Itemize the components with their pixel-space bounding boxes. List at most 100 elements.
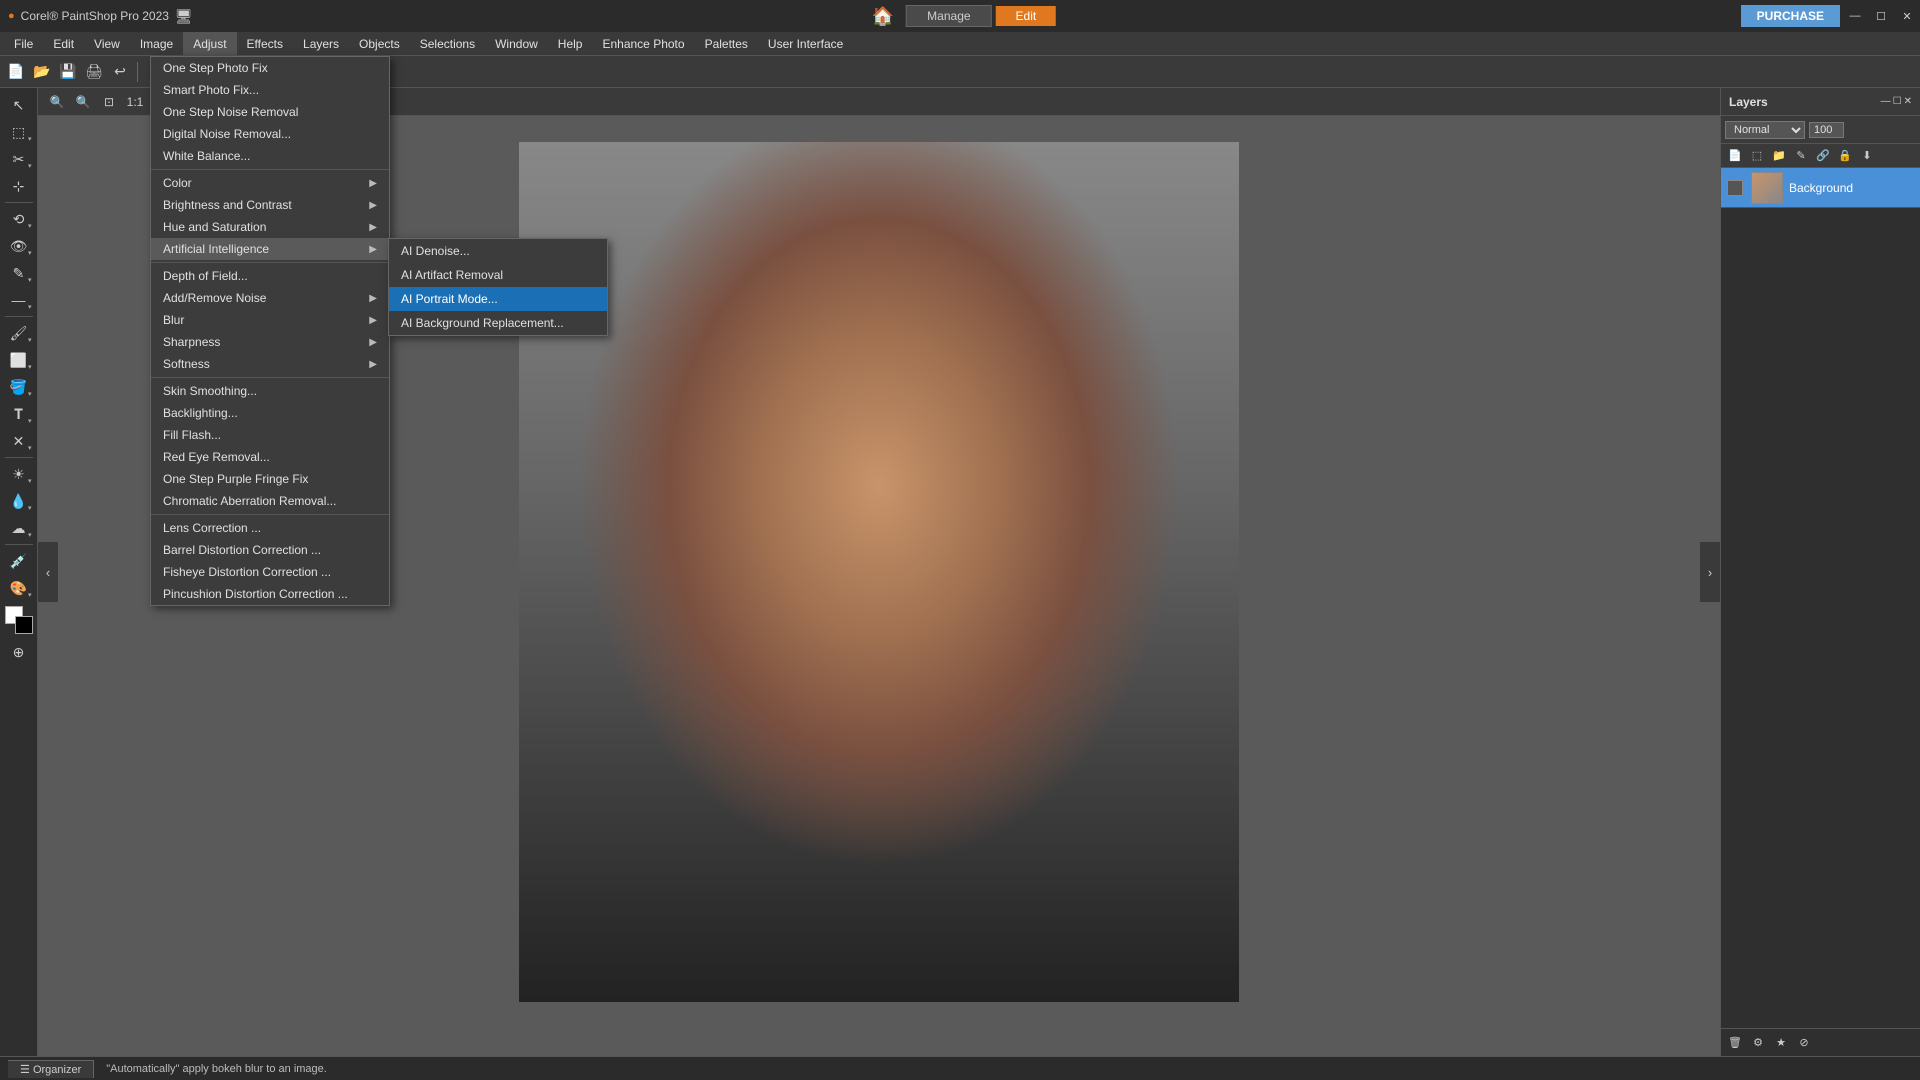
copy-layer-btn[interactable]: ⬚	[1747, 147, 1767, 165]
canvas-zoom-out[interactable]: 🔍	[46, 92, 68, 112]
blend-mode-select[interactable]: Normal	[1725, 121, 1805, 139]
menu-enhance-photo[interactable]: Enhance Photo	[592, 32, 694, 56]
open-button[interactable]: 📂	[30, 60, 54, 84]
link-layers-btn[interactable]: 🔗	[1813, 147, 1833, 165]
edit-layer-btn[interactable]: ✎	[1791, 147, 1811, 165]
menu-one-step-photo-fix[interactable]: One Step Photo Fix	[151, 57, 389, 79]
ai-artifact-removal-item[interactable]: AI Artifact Removal	[389, 263, 607, 287]
menu-adjust[interactable]: Adjust	[183, 32, 236, 56]
menu-add-remove-noise[interactable]: Add/Remove Noise ▶	[151, 287, 389, 309]
menu-help[interactable]: Help	[548, 32, 593, 56]
draw-tool[interactable]: ✕▾	[4, 428, 34, 454]
menu-palettes[interactable]: Palettes	[695, 32, 758, 56]
delete-layer-btn[interactable]: 🗑	[1725, 1034, 1745, 1052]
canvas-100pct[interactable]: 1:1	[124, 92, 146, 112]
smudge-tool[interactable]: ☁▾	[4, 515, 34, 541]
color-swatches[interactable]	[5, 606, 33, 634]
dodge-tool[interactable]: ☀▾	[4, 461, 34, 487]
save-button[interactable]: 💾	[56, 60, 80, 84]
edit-button[interactable]: Edit	[996, 6, 1057, 26]
menu-layers[interactable]: Layers	[293, 32, 349, 56]
paint-brush[interactable]: 🖌▾	[4, 320, 34, 346]
menu-depth-of-field[interactable]: Depth of Field...	[151, 265, 389, 287]
menu-fisheye-distortion[interactable]: Fisheye Distortion Correction ...	[151, 561, 389, 583]
ai-background-replacement-item[interactable]: AI Background Replacement...	[389, 311, 607, 335]
layer-mask-btn[interactable]: ⊘	[1794, 1034, 1814, 1052]
menu-view[interactable]: View	[84, 32, 130, 56]
eyedropper-tool[interactable]: 💉	[4, 548, 34, 574]
new-button[interactable]: 📄	[4, 60, 28, 84]
undo-button[interactable]: ↩	[108, 60, 132, 84]
scratch-remover[interactable]: —▾	[4, 287, 34, 313]
menu-one-step-noise-removal[interactable]: One Step Noise Removal	[151, 101, 389, 123]
opacity-input[interactable]	[1809, 122, 1844, 138]
menu-red-eye-removal[interactable]: Red Eye Removal...	[151, 446, 389, 468]
red-eye-tool[interactable]: 👁▾	[4, 233, 34, 259]
canvas-nav-left[interactable]: ‹	[38, 542, 58, 602]
layers-close[interactable]: ✕	[1904, 96, 1912, 107]
menu-user-interface[interactable]: User Interface	[758, 32, 853, 56]
menu-softness[interactable]: Softness ▶	[151, 353, 389, 375]
canvas-nav-right[interactable]: ›	[1700, 542, 1720, 602]
purchase-button[interactable]: PURCHASE	[1741, 5, 1840, 27]
group-layer-btn[interactable]: 📁	[1769, 147, 1789, 165]
blur-tool[interactable]: 💧▾	[4, 488, 34, 514]
menu-lens-correction[interactable]: Lens Correction ...	[151, 517, 389, 539]
menu-selections[interactable]: Selections	[410, 32, 485, 56]
minimize-button[interactable]: —	[1842, 0, 1868, 32]
layer-item-background[interactable]: Background	[1721, 168, 1920, 208]
home-button[interactable]: 🏠	[864, 6, 902, 27]
merge-layer-btn[interactable]: ⬇	[1857, 147, 1877, 165]
menu-sharpness[interactable]: Sharpness ▶	[151, 331, 389, 353]
menu-skin-smoothing[interactable]: Skin Smoothing...	[151, 380, 389, 402]
new-layer-btn[interactable]: 📄	[1725, 147, 1745, 165]
layer-settings-btn[interactable]: ⚙	[1748, 1034, 1768, 1052]
fill-tool[interactable]: 🪣▾	[4, 374, 34, 400]
canvas-fit[interactable]: ⊡	[98, 92, 120, 112]
layer-visibility-toggle[interactable]	[1727, 180, 1743, 196]
menu-one-step-purple-fringe[interactable]: One Step Purple Fringe Fix	[151, 468, 389, 490]
menu-artificial-intelligence[interactable]: Artificial Intelligence ▶	[151, 238, 389, 260]
move-tool[interactable]: ⊹	[4, 173, 34, 199]
maximize-button[interactable]: ☐	[1868, 0, 1894, 32]
select-tool[interactable]: ↖	[4, 92, 34, 118]
layer-effects-btn[interactable]: ★	[1771, 1034, 1791, 1052]
menu-barrel-distortion[interactable]: Barrel Distortion Correction ...	[151, 539, 389, 561]
text-tool[interactable]: 𝐓▾	[4, 401, 34, 427]
organizer-tab[interactable]: ☰ Organizer	[8, 1060, 94, 1078]
erase-tool[interactable]: ⬜▾	[4, 347, 34, 373]
menu-backlighting[interactable]: Backlighting...	[151, 402, 389, 424]
layers-maximize[interactable]: ☐	[1893, 96, 1902, 107]
menu-effects[interactable]: Effects	[237, 32, 293, 56]
ai-portrait-mode-item[interactable]: AI Portrait Mode...	[389, 287, 607, 311]
pan-tool[interactable]: ⊕	[4, 639, 34, 665]
menu-file[interactable]: File	[4, 32, 43, 56]
manage-button[interactable]: Manage	[906, 5, 991, 27]
menu-blur[interactable]: Blur ▶	[151, 309, 389, 331]
menu-white-balance[interactable]: White Balance...	[151, 145, 389, 167]
menu-chromatic-aberration[interactable]: Chromatic Aberration Removal...	[151, 490, 389, 512]
menu-brightness-contrast[interactable]: Brightness and Contrast ▶	[151, 194, 389, 216]
clone-brush[interactable]: ✎▾	[4, 260, 34, 286]
menu-smart-photo-fix[interactable]: Smart Photo Fix...	[151, 79, 389, 101]
crop-tool[interactable]: ✂▾	[4, 146, 34, 172]
foreground-color-swatch[interactable]	[15, 616, 33, 634]
layers-minimize[interactable]: —	[1881, 96, 1891, 107]
canvas-zoom-in[interactable]: 🔍	[72, 92, 94, 112]
menu-pincushion-distortion[interactable]: Pincushion Distortion Correction ...	[151, 583, 389, 605]
ai-denoise-item[interactable]: AI Denoise...	[389, 239, 607, 263]
close-button[interactable]: ✕	[1894, 0, 1920, 32]
color-changer-tool[interactable]: 🎨▾	[4, 575, 34, 601]
lock-layer-btn[interactable]: 🔒	[1835, 147, 1855, 165]
menu-objects[interactable]: Objects	[349, 32, 410, 56]
menu-image[interactable]: Image	[130, 32, 183, 56]
menu-color[interactable]: Color ▶	[151, 172, 389, 194]
menu-window[interactable]: Window	[485, 32, 548, 56]
freehand-select-tool[interactable]: ⬚▾	[4, 119, 34, 145]
menu-fill-flash[interactable]: Fill Flash...	[151, 424, 389, 446]
menu-edit[interactable]: Edit	[43, 32, 84, 56]
straighten-tool[interactable]: ⟲▾	[4, 206, 34, 232]
print-button[interactable]: 🖨	[82, 60, 106, 84]
menu-hue-saturation[interactable]: Hue and Saturation ▶	[151, 216, 389, 238]
menu-digital-noise-removal[interactable]: Digital Noise Removal...	[151, 123, 389, 145]
